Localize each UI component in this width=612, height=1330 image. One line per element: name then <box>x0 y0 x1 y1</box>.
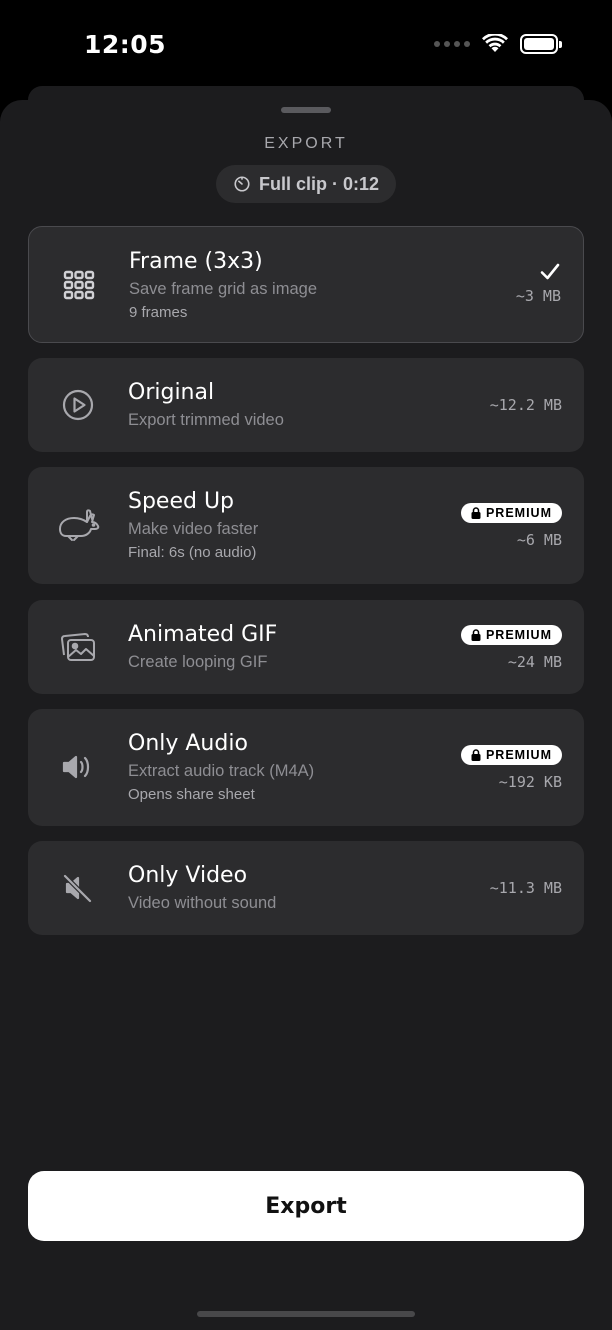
status-bar: 12:05 <box>0 0 612 90</box>
timer-icon <box>234 176 250 192</box>
option-size: ~11.3 MB <box>489 879 562 897</box>
clip-range-label: Full clip · 0:12 <box>258 173 380 194</box>
option-text: Only Audio Extract audio track (M4A) Ope… <box>128 731 314 803</box>
speaker-muted-icon <box>52 862 104 914</box>
option-text: Speed Up Make video faster Final: 6s (no… <box>128 489 258 561</box>
sheet-grabber[interactable] <box>281 107 331 113</box>
option-only-audio[interactable]: Only Audio Extract audio track (M4A) Ope… <box>28 709 584 826</box>
option-subtitle: Create looping GIF <box>128 653 268 671</box>
premium-badge: PREMIUM <box>460 625 562 645</box>
wifi-icon <box>482 34 508 52</box>
option-speed-up[interactable]: Speed Up Make video faster Final: 6s (no… <box>28 467 584 584</box>
option-subtitle: Export trimmed video <box>128 411 284 429</box>
option-title: Only Audio <box>128 731 248 756</box>
option-subtitle: Extract audio track (M4A) <box>128 762 315 780</box>
option-text: Animated GIF Create looping GIF <box>128 622 277 672</box>
option-subtitle: Make video faster <box>128 520 259 538</box>
option-size: ~3 MB <box>515 287 561 305</box>
checkmark-icon <box>540 263 560 280</box>
status-icons <box>434 34 562 54</box>
cellular-signal-icon <box>434 41 470 47</box>
option-only-video[interactable]: Only Video Video without sound ~11.3 MB <box>28 841 584 935</box>
option-meta: ~12.2 MB <box>490 396 562 414</box>
lock-icon <box>471 507 481 519</box>
premium-badge-label: PREMIUM <box>485 748 552 762</box>
option-size: ~12.2 MB <box>489 396 562 414</box>
option-subtitle: Video without sound <box>128 894 277 912</box>
home-indicator <box>197 1311 415 1317</box>
speaker-icon <box>52 741 104 793</box>
sheet-title: EXPORT <box>264 135 348 152</box>
premium-badge: PREMIUM <box>460 503 562 523</box>
grid-icon <box>53 259 105 311</box>
option-frame-grid[interactable]: Frame (3x3) Save frame grid as image 9 f… <box>28 226 584 343</box>
option-detail: 9 frames <box>129 304 188 321</box>
premium-badge-label: PREMIUM <box>485 628 552 642</box>
option-title: Original <box>128 380 215 405</box>
option-subtitle: Save frame grid as image <box>129 280 318 298</box>
option-detail: Opens share sheet <box>128 786 255 803</box>
option-meta: ~3 MB <box>516 261 561 305</box>
battery-icon <box>520 34 562 54</box>
option-animated-gif[interactable]: Animated GIF Create looping GIF PREMIUM … <box>28 600 584 694</box>
premium-badge-label: PREMIUM <box>485 506 552 520</box>
option-title: Animated GIF <box>128 622 278 647</box>
photos-icon <box>52 621 104 673</box>
option-original[interactable]: Original Export trimmed video ~12.2 MB <box>28 358 584 452</box>
option-meta: PREMIUM ~6 MB <box>460 503 562 549</box>
clip-range-pill[interactable]: Full clip · 0:12 <box>216 165 396 203</box>
status-time: 12:05 <box>84 30 167 59</box>
lock-icon <box>471 629 481 641</box>
export-button[interactable]: Export <box>28 1171 584 1241</box>
premium-badge: PREMIUM <box>460 745 562 765</box>
option-text: Original Export trimmed video <box>128 380 284 430</box>
option-size: ~6 MB <box>516 531 562 549</box>
export-sheet: EXPORT Full clip · 0:12 Frame (3x3) Save… <box>0 100 612 1330</box>
option-meta: PREMIUM ~192 KB <box>460 745 562 791</box>
option-title: Frame (3x3) <box>129 249 263 274</box>
play-circle-icon <box>52 379 104 431</box>
rabbit-icon <box>52 499 104 551</box>
option-meta: PREMIUM ~24 MB <box>460 625 562 671</box>
option-title: Only Video <box>128 863 248 888</box>
option-size: ~24 MB <box>507 653 562 671</box>
lock-icon <box>471 749 481 761</box>
option-size: ~192 KB <box>498 773 562 791</box>
option-text: Only Video Video without sound <box>128 863 276 913</box>
option-text: Frame (3x3) Save frame grid as image 9 f… <box>129 249 317 321</box>
option-title: Speed Up <box>128 489 235 514</box>
option-meta: ~11.3 MB <box>490 879 562 897</box>
option-detail: Final: 6s (no audio) <box>128 544 257 561</box>
